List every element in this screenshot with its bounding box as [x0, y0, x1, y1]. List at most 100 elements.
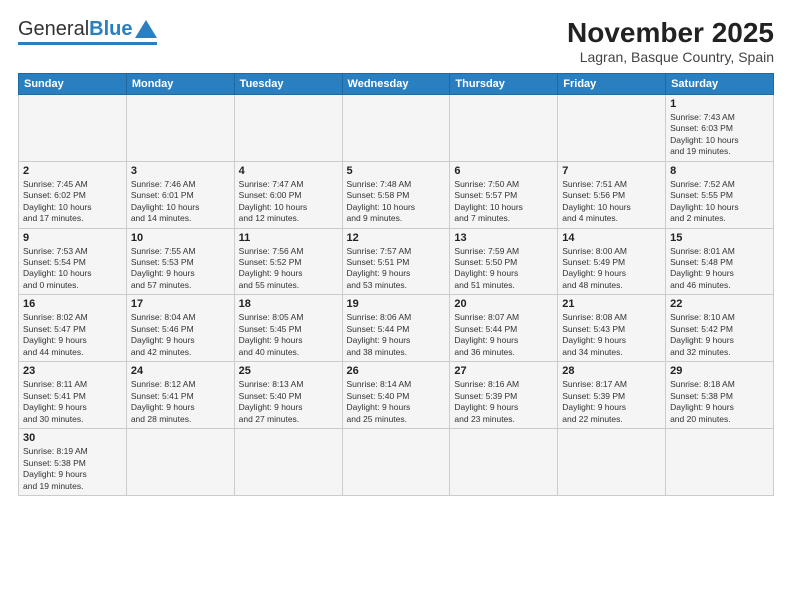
- page: General Blue November 2025 Lagran, Basqu…: [0, 0, 792, 612]
- calendar-day: [126, 429, 234, 496]
- day-info: Sunrise: 8:04 AM Sunset: 5:46 PM Dayligh…: [131, 312, 230, 358]
- day-info: Sunrise: 8:06 AM Sunset: 5:44 PM Dayligh…: [347, 312, 446, 358]
- calendar-week-5: 23 Sunrise: 8:11 AM Sunset: 5:41 PM Dayli…: [19, 362, 774, 429]
- calendar-day: [234, 94, 342, 161]
- day-info: Sunrise: 7:47 AM Sunset: 6:00 PM Dayligh…: [239, 179, 338, 225]
- day-number: 18: [239, 298, 338, 310]
- calendar-day: 13 Sunrise: 7:59 AM Sunset: 5:50 PM Dayli…: [450, 228, 558, 295]
- day-number: 6: [454, 165, 553, 177]
- calendar-day: 19 Sunrise: 8:06 AM Sunset: 5:44 PM Dayli…: [342, 295, 450, 362]
- day-number: 23: [23, 365, 122, 377]
- day-info: Sunrise: 7:46 AM Sunset: 6:01 PM Dayligh…: [131, 179, 230, 225]
- day-number: 22: [670, 298, 769, 310]
- day-info: Sunrise: 8:14 AM Sunset: 5:40 PM Dayligh…: [347, 379, 446, 425]
- day-number: 11: [239, 232, 338, 244]
- day-info: Sunrise: 7:59 AM Sunset: 5:50 PM Dayligh…: [454, 246, 553, 292]
- calendar-day: 20Sunrise: 8:07 AM Sunset: 5:44 PM Dayli…: [450, 295, 558, 362]
- day-info: Sunrise: 7:50 AM Sunset: 5:57 PM Dayligh…: [454, 179, 553, 225]
- calendar-header-wednesday: Wednesday: [342, 73, 450, 94]
- calendar-header-thursday: Thursday: [450, 73, 558, 94]
- calendar-day: [19, 94, 127, 161]
- calendar-table: SundayMondayTuesdayWednesdayThursdayFrid…: [18, 73, 774, 496]
- day-number: 27: [454, 365, 553, 377]
- day-info: Sunrise: 7:52 AM Sunset: 5:55 PM Dayligh…: [670, 179, 769, 225]
- calendar-day: 26 Sunrise: 8:14 AM Sunset: 5:40 PM Dayli…: [342, 362, 450, 429]
- calendar-day: [450, 94, 558, 161]
- day-number: 14: [562, 232, 661, 244]
- calendar-day: 9Sunrise: 7:53 AM Sunset: 5:54 PM Daylig…: [19, 228, 127, 295]
- day-number: 8: [670, 165, 769, 177]
- calendar-day: 1Sunrise: 7:43 AM Sunset: 6:03 PM Daylig…: [666, 94, 774, 161]
- calendar-day: [342, 94, 450, 161]
- calendar-day: 22Sunrise: 8:10 AM Sunset: 5:42 PM Dayli…: [666, 295, 774, 362]
- day-info: Sunrise: 7:55 AM Sunset: 5:53 PM Dayligh…: [131, 246, 230, 292]
- month-title: November 2025: [567, 18, 774, 49]
- calendar-day: 21 Sunrise: 8:08 AM Sunset: 5:43 PM Dayli…: [558, 295, 666, 362]
- day-number: 25: [239, 365, 338, 377]
- calendar-header-monday: Monday: [126, 73, 234, 94]
- day-info: Sunrise: 8:18 AM Sunset: 5:38 PM Dayligh…: [670, 379, 769, 425]
- day-number: 7: [562, 165, 661, 177]
- calendar-week-2: 2Sunrise: 7:45 AM Sunset: 6:02 PM Daylig…: [19, 161, 774, 228]
- calendar-week-6: 30 Sunrise: 8:19 AM Sunset: 5:38 PM Dayli…: [19, 429, 774, 496]
- day-number: 29: [670, 365, 769, 377]
- calendar-day: 28Sunrise: 8:17 AM Sunset: 5:39 PM Dayli…: [558, 362, 666, 429]
- day-info: Sunrise: 8:19 AM Sunset: 5:38 PM Dayligh…: [23, 446, 122, 492]
- calendar-day: 12 Sunrise: 7:57 AM Sunset: 5:51 PM Dayli…: [342, 228, 450, 295]
- logo: General Blue: [18, 18, 157, 45]
- day-info: Sunrise: 7:53 AM Sunset: 5:54 PM Dayligh…: [23, 246, 122, 292]
- logo-blue: Blue: [89, 18, 132, 41]
- day-number: 5: [347, 165, 446, 177]
- calendar-header-sunday: Sunday: [19, 73, 127, 94]
- calendar-day: 23 Sunrise: 8:11 AM Sunset: 5:41 PM Dayli…: [19, 362, 127, 429]
- title-section: November 2025 Lagran, Basque Country, Sp…: [567, 18, 774, 65]
- calendar-header-friday: Friday: [558, 73, 666, 94]
- day-info: Sunrise: 7:56 AM Sunset: 5:52 PM Dayligh…: [239, 246, 338, 292]
- day-number: 20: [454, 298, 553, 310]
- calendar-day: [126, 94, 234, 161]
- calendar-day: 25 Sunrise: 8:13 AM Sunset: 5:40 PM Dayli…: [234, 362, 342, 429]
- day-info: Sunrise: 8:13 AM Sunset: 5:40 PM Dayligh…: [239, 379, 338, 425]
- calendar-day: 11 Sunrise: 7:56 AM Sunset: 5:52 PM Dayli…: [234, 228, 342, 295]
- logo-name-row: General Blue: [18, 18, 157, 41]
- calendar-day: 24Sunrise: 8:12 AM Sunset: 5:41 PM Dayli…: [126, 362, 234, 429]
- day-info: Sunrise: 8:01 AM Sunset: 5:48 PM Dayligh…: [670, 246, 769, 292]
- calendar-day: 15Sunrise: 8:01 AM Sunset: 5:48 PM Dayli…: [666, 228, 774, 295]
- day-number: 21: [562, 298, 661, 310]
- logo-icon: [135, 18, 157, 40]
- calendar-day: 30 Sunrise: 8:19 AM Sunset: 5:38 PM Dayli…: [19, 429, 127, 496]
- day-number: 16: [23, 298, 122, 310]
- day-info: Sunrise: 8:02 AM Sunset: 5:47 PM Dayligh…: [23, 312, 122, 358]
- day-info: Sunrise: 8:11 AM Sunset: 5:41 PM Dayligh…: [23, 379, 122, 425]
- day-number: 19: [347, 298, 446, 310]
- calendar-day: 3 Sunrise: 7:46 AM Sunset: 6:01 PM Daylig…: [126, 161, 234, 228]
- calendar-day: 14 Sunrise: 8:00 AM Sunset: 5:49 PM Dayli…: [558, 228, 666, 295]
- calendar-week-4: 16 Sunrise: 8:02 AM Sunset: 5:47 PM Dayli…: [19, 295, 774, 362]
- day-number: 30: [23, 432, 122, 444]
- calendar-day: 17 Sunrise: 8:04 AM Sunset: 5:46 PM Dayli…: [126, 295, 234, 362]
- calendar-day: [558, 94, 666, 161]
- day-number: 26: [347, 365, 446, 377]
- day-info: Sunrise: 7:45 AM Sunset: 6:02 PM Dayligh…: [23, 179, 122, 225]
- day-info: Sunrise: 8:00 AM Sunset: 5:49 PM Dayligh…: [562, 246, 661, 292]
- day-number: 17: [131, 298, 230, 310]
- day-number: 13: [454, 232, 553, 244]
- calendar-day: 4 Sunrise: 7:47 AM Sunset: 6:00 PM Daylig…: [234, 161, 342, 228]
- day-info: Sunrise: 7:57 AM Sunset: 5:51 PM Dayligh…: [347, 246, 446, 292]
- logo-general: General: [18, 18, 89, 41]
- day-number: 3: [131, 165, 230, 177]
- day-info: Sunrise: 8:08 AM Sunset: 5:43 PM Dayligh…: [562, 312, 661, 358]
- day-number: 1: [670, 98, 769, 110]
- calendar-week-1: 1Sunrise: 7:43 AM Sunset: 6:03 PM Daylig…: [19, 94, 774, 161]
- calendar-header-saturday: Saturday: [666, 73, 774, 94]
- calendar-day: 2Sunrise: 7:45 AM Sunset: 6:02 PM Daylig…: [19, 161, 127, 228]
- day-number: 12: [347, 232, 446, 244]
- calendar-header-row: SundayMondayTuesdayWednesdayThursdayFrid…: [19, 73, 774, 94]
- day-info: Sunrise: 8:16 AM Sunset: 5:39 PM Dayligh…: [454, 379, 553, 425]
- calendar-day: [666, 429, 774, 496]
- logo-underline: [18, 42, 157, 45]
- header: General Blue November 2025 Lagran, Basqu…: [18, 18, 774, 65]
- day-number: 4: [239, 165, 338, 177]
- calendar-day: 16 Sunrise: 8:02 AM Sunset: 5:47 PM Dayli…: [19, 295, 127, 362]
- day-info: Sunrise: 7:48 AM Sunset: 5:58 PM Dayligh…: [347, 179, 446, 225]
